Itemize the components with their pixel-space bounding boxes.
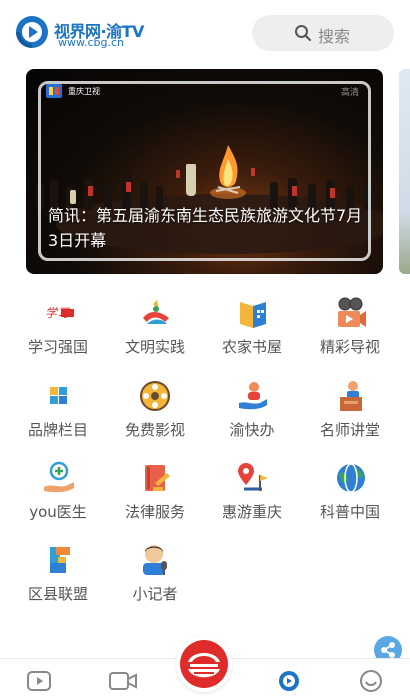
grid-label: 区县联盟 — [27, 585, 88, 603]
lecturer-podium-icon — [340, 381, 362, 411]
logo-url: www.cbg.cn — [58, 36, 125, 49]
grid-item-travel[interactable]: 惠游重庆 — [204, 461, 300, 541]
grid-item-civilization[interactable]: 文明实践 — [107, 296, 203, 376]
grid-label: 名师讲堂 — [319, 421, 380, 439]
xuexi-logo-icon: 学习 — [45, 306, 74, 320]
book-house-icon — [240, 302, 266, 328]
tv-play-icon[interactable] — [276, 669, 302, 693]
law-book-gavel-icon — [145, 465, 170, 491]
search-bar[interactable]: 搜索 — [252, 15, 394, 51]
cbg-center-logo-icon — [180, 640, 228, 688]
grid-label: 渝快办 — [229, 421, 275, 439]
science-globe-icon — [337, 463, 365, 493]
grid-label: 农家书屋 — [221, 338, 282, 356]
grid-item-science[interactable]: 科普中国 — [302, 461, 398, 541]
channel-logo-icon — [46, 84, 62, 98]
grid-item-free-film[interactable]: 免费影视 — [107, 379, 203, 459]
header: 视界网·渝TV www.cbg.cn 搜索 — [0, 0, 410, 66]
banner-slide[interactable]: 重庆卫视 高清 简讯：第五届渝东南生态民族旅游文化节7月3日开幕 — [26, 69, 383, 274]
grid-item-book-house[interactable]: 农家书屋 — [204, 296, 300, 376]
grid-item-xuexi[interactable]: 学习 学习强国 — [10, 296, 106, 376]
channel-badge: 重庆卫视 — [46, 83, 100, 99]
doctor-hand-icon — [44, 461, 74, 493]
video-camera-icon[interactable] — [108, 669, 138, 693]
search-label: 搜索 — [318, 27, 351, 46]
grid-label: 法律服务 — [124, 503, 185, 521]
grid-label: 小记者 — [132, 585, 178, 603]
grid-item-young-reporter[interactable]: 小记者 — [107, 543, 203, 623]
grid-item-brand[interactable]: 品牌栏目 — [10, 379, 106, 459]
video-camera-icon — [338, 297, 366, 327]
center-home-button[interactable] — [176, 636, 232, 692]
film-reel-icon — [140, 381, 170, 411]
grid-label: 科普中国 — [319, 503, 380, 521]
brand-column-icon — [50, 387, 67, 404]
smile-icon[interactable] — [358, 669, 384, 693]
grid-label: 免费影视 — [124, 421, 185, 439]
hd-watermark: 高清 — [340, 88, 359, 98]
grid-item-you-doctor[interactable]: you医生 — [10, 461, 106, 541]
grid-item-yu-kuai-ban[interactable]: 渝快办 — [204, 379, 300, 459]
grid-label: 品牌栏目 — [27, 421, 88, 439]
search-icon — [295, 25, 311, 41]
reporter-mic-icon — [143, 545, 167, 575]
civilization-practice-icon — [143, 300, 169, 324]
grid-label: 文明实践 — [124, 338, 185, 356]
banner-caption[interactable]: 简讯：第五届渝东南生态民族旅游文化节7月3日开幕 — [48, 203, 368, 253]
logo-play-icon — [16, 16, 48, 48]
banner-next-slide-peek[interactable] — [399, 69, 410, 274]
grid-item-legal[interactable]: 法律服务 — [107, 461, 203, 541]
service-hand-icon — [239, 382, 267, 410]
grid-item-lecture[interactable]: 名师讲堂 — [302, 379, 398, 459]
grid-label: 学习强国 — [27, 338, 88, 356]
play-icon[interactable] — [26, 669, 52, 693]
channel-name: 重庆卫视 — [68, 86, 100, 96]
county-alliance-icon — [50, 547, 70, 573]
grid-item-county-alliance[interactable]: 区县联盟 — [10, 543, 106, 623]
app-logo[interactable]: 视界网·渝TV www.cbg.cn — [14, 12, 144, 52]
grid-label: you医生 — [29, 503, 87, 521]
grid-label: 精彩导视 — [319, 338, 380, 356]
grid-item-program-guide[interactable]: 精彩导视 — [302, 296, 398, 376]
map-pin-flag-icon — [238, 463, 268, 491]
grid-label: 惠游重庆 — [221, 503, 282, 521]
